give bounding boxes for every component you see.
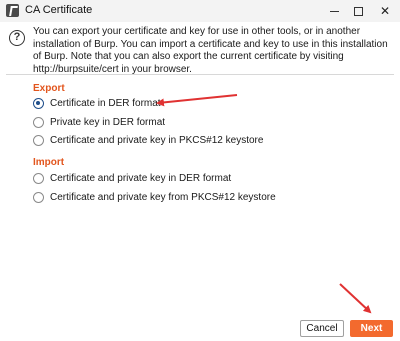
export-cert-der-option[interactable]: Certificate in DER format [33,96,161,110]
radio-icon[interactable] [33,116,44,128]
maximize-icon [353,6,363,16]
radio-icon[interactable] [33,191,44,203]
export-section-title: Export [33,83,65,94]
radio-label: Private key in DER format [50,116,166,128]
title-bar[interactable]: CA Certificate ✕ [0,0,400,22]
minimize-button[interactable] [321,0,347,22]
radio-selected-icon[interactable] [33,97,44,109]
radio-label: Certificate in DER format [50,97,161,109]
export-pkcs12-option[interactable]: Certificate and private key in PKCS#12 k… [33,133,263,147]
close-icon: ✕ [379,4,391,18]
next-button[interactable]: Next [350,320,393,337]
import-section-title: Import [33,157,65,168]
import-pkcs12-option[interactable]: Certificate and private key from PKCS#12… [33,190,276,204]
annotation-arrow-icon [339,283,372,314]
minimize-icon [329,10,339,12]
radio-icon[interactable] [33,172,44,184]
divider [6,74,394,75]
radio-label: Certificate and private key in PKCS#12 k… [50,134,264,146]
radio-label: Certificate and private key from PKCS#12… [50,191,276,203]
maximize-button[interactable] [345,0,371,22]
info-description: You can export your certificate and key … [33,26,388,75]
annotation-arrow-icon [156,94,238,107]
ca-certificate-dialog: CA Certificate ✕ ? You can export your c… [0,0,400,341]
radio-label: Certificate and private key in DER forma… [50,172,232,184]
radio-icon[interactable] [33,134,44,146]
close-button[interactable]: ✕ [372,0,398,22]
export-key-der-option[interactable]: Private key in DER format [33,115,165,129]
burp-icon [6,4,19,17]
window-title: CA Certificate [25,4,93,16]
cancel-button[interactable]: Cancel [300,320,344,337]
import-cert-key-der-option[interactable]: Certificate and private key in DER forma… [33,171,231,185]
question-icon: ? [9,30,25,46]
